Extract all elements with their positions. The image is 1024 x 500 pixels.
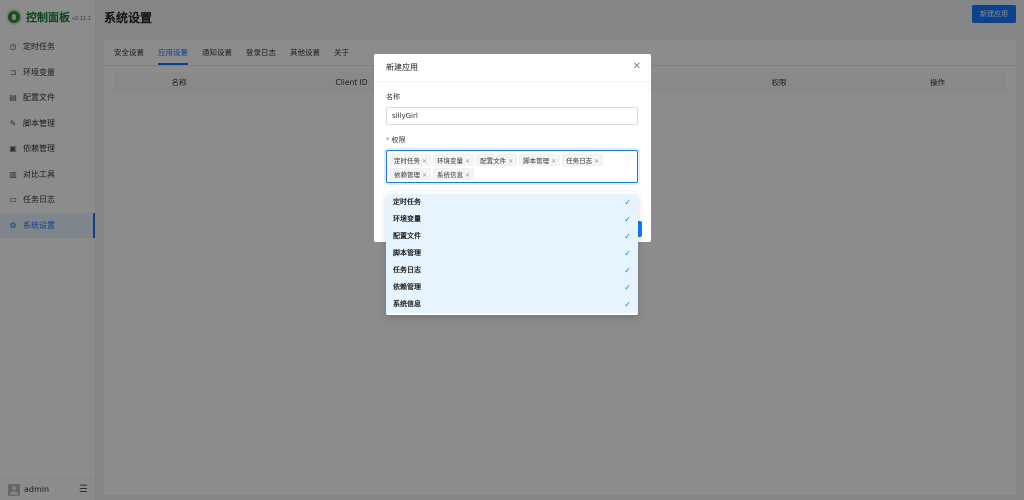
close-icon[interactable]: ✕ (633, 61, 641, 72)
modal-title: 新建应用 (386, 63, 418, 72)
selected-tag: 任务日志 ✕ (562, 154, 604, 166)
tag-remove-icon[interactable]: ✕ (422, 172, 427, 179)
permissions-label-text: 权限 (391, 136, 406, 144)
required-mark: * (386, 136, 390, 144)
tag-label: 依赖管理 (394, 171, 420, 179)
option-label: 定时任务 (393, 198, 421, 206)
modal-header: 新建应用 (374, 54, 651, 82)
permissions-label: * 权限 (386, 135, 651, 145)
check-icon: ✓ (624, 266, 631, 275)
check-icon: ✓ (624, 215, 631, 224)
name-input[interactable] (386, 107, 638, 125)
selected-tag: 系统信息 ✕ (433, 168, 475, 180)
tag-label: 系统信息 (437, 171, 464, 179)
check-icon: ✓ (624, 300, 631, 309)
name-label: 名称 (386, 93, 400, 101)
option-label: 系统信息 (393, 300, 421, 308)
selected-tag: 脚本管理 ✕ (519, 154, 561, 166)
tag-remove-icon[interactable]: ✕ (422, 158, 427, 165)
selected-tag: 定时任务 ✕ (390, 154, 432, 166)
tag-remove-icon[interactable]: ✕ (551, 158, 556, 165)
permissions-dropdown: 定时任务 ✓ 环境变量 ✓ 配置文件 ✓ 脚本管理 ✓ 任务日志 ✓ 依赖管理 ✓ 系统信息… (386, 192, 638, 315)
tag-remove-icon[interactable]: ✕ (594, 158, 599, 165)
selected-tag: 环境变量 ✕ (433, 154, 475, 166)
check-icon: ✓ (624, 283, 631, 292)
option-label: 任务日志 (393, 266, 421, 274)
option-label: 依赖管理 (393, 283, 421, 291)
dropdown-option[interactable]: 配置文件 ✓ (386, 228, 638, 245)
tag-label: 脚本管理 (523, 157, 550, 165)
tag-label: 环境变量 (437, 157, 464, 165)
dropdown-option[interactable]: 定时任务 ✓ (386, 194, 638, 211)
tag-remove-icon[interactable]: ✕ (508, 158, 513, 165)
tag-remove-icon[interactable]: ✕ (465, 172, 470, 179)
selected-tag: 依赖管理 ✕ (390, 168, 432, 180)
tag-label: 配置文件 (480, 157, 507, 165)
tag-label: 任务日志 (566, 157, 593, 165)
permissions-select[interactable]: 定时任务 ✕ 环境变量 ✕ 配置文件 ✕ 脚本管理 ✕ 任务日志 ✕依赖管理 ✕ 系统信息 ✕ (386, 150, 638, 183)
tag-remove-icon[interactable]: ✕ (465, 158, 470, 165)
tag-label: 定时任务 (394, 157, 420, 165)
option-label: 脚本管理 (393, 249, 421, 257)
dropdown-option[interactable]: 脚本管理 ✓ (386, 245, 638, 262)
option-label: 配置文件 (393, 232, 421, 240)
selected-tag: 配置文件 ✕ (476, 154, 518, 166)
dropdown-option[interactable]: 系统信息 ✓ (386, 296, 638, 313)
dropdown-option[interactable]: 依赖管理 ✓ (386, 279, 638, 296)
check-icon: ✓ (624, 198, 631, 207)
check-icon: ✓ (624, 249, 631, 258)
check-icon: ✓ (624, 232, 631, 241)
dropdown-option[interactable]: 环境变量 ✓ (386, 211, 638, 228)
dropdown-option[interactable]: 任务日志 ✓ (386, 262, 638, 279)
option-label: 环境变量 (393, 215, 421, 223)
